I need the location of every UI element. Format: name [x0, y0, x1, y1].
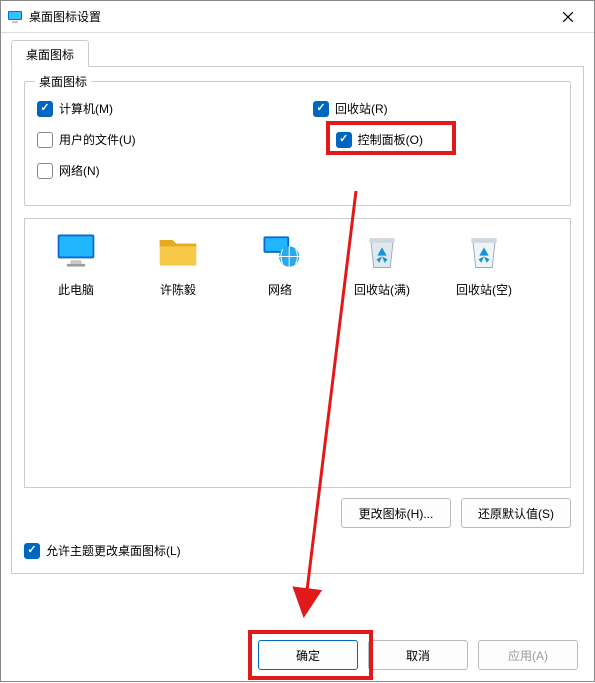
checkbox-user-files[interactable]: 用户的文件(U) — [37, 131, 136, 148]
checkbox-label: 控制面板(O) — [358, 131, 423, 148]
checkbox-allow-theme[interactable]: 允许主题更改桌面图标(L) — [24, 542, 181, 559]
checkbox-recycle-bin[interactable]: 回收站(R) — [313, 100, 388, 117]
ok-button[interactable]: 确定 — [258, 640, 358, 670]
button-label: 还原默认值(S) — [478, 505, 554, 522]
preview-item-label: 此电脑 — [33, 281, 119, 298]
checkbox-computer[interactable]: 计算机(M) — [37, 100, 113, 117]
icon-preview-list[interactable]: 此电脑 许陈毅 网络 — [24, 218, 571, 488]
tab-panel: 桌面图标 计算机(M) 回收站(R) 用户的文件(U) 控制面板(O) — [11, 67, 584, 574]
recycle-bin-empty-icon — [462, 229, 506, 273]
monitor-icon — [54, 229, 98, 273]
button-label: 应用(A) — [508, 647, 548, 664]
checkbox-label: 计算机(M) — [59, 100, 113, 117]
preview-item-label: 网络 — [237, 281, 323, 298]
preview-item-label: 回收站(空) — [441, 281, 527, 298]
network-icon — [258, 229, 302, 273]
checkbox-label: 回收站(R) — [335, 100, 388, 117]
group-legend: 桌面图标 — [35, 73, 91, 90]
checkbox-label: 用户的文件(U) — [59, 131, 136, 148]
checkbox-label: 网络(N) — [59, 162, 100, 179]
preview-item-label: 回收站(满) — [339, 281, 425, 298]
restore-defaults-button[interactable]: 还原默认值(S) — [461, 498, 571, 528]
checkbox-label: 允许主题更改桌面图标(L) — [46, 542, 181, 559]
group-desktop-icons: 桌面图标 计算机(M) 回收站(R) 用户的文件(U) 控制面板(O) — [24, 81, 571, 206]
folder-icon — [156, 229, 200, 273]
tab-desktop-icons[interactable]: 桌面图标 — [11, 40, 89, 67]
preview-item-label: 许陈毅 — [135, 281, 221, 298]
tab-strip: 桌面图标 — [11, 39, 584, 67]
title-bar: 桌面图标设置 — [1, 1, 594, 33]
close-button[interactable] — [546, 2, 590, 32]
button-label: 确定 — [296, 647, 320, 664]
close-icon — [563, 12, 573, 22]
checkbox-icon — [336, 132, 352, 148]
preview-item-bin-full[interactable]: 回收站(满) — [339, 229, 425, 298]
change-icon-button[interactable]: 更改图标(H)... — [341, 498, 451, 528]
recycle-bin-full-icon — [360, 229, 404, 273]
checkbox-control-panel[interactable]: 控制面板(O) — [336, 131, 423, 148]
window-title: 桌面图标设置 — [29, 8, 546, 25]
button-label: 取消 — [406, 647, 430, 664]
app-icon — [7, 9, 23, 25]
tab-label: 桌面图标 — [26, 48, 74, 62]
apply-button[interactable]: 应用(A) — [478, 640, 578, 670]
checkbox-network[interactable]: 网络(N) — [37, 162, 100, 179]
checkbox-icon — [37, 163, 53, 179]
preview-item-bin-empty[interactable]: 回收站(空) — [441, 229, 527, 298]
checkbox-icon — [37, 101, 53, 117]
checkbox-icon — [24, 543, 40, 559]
button-label: 更改图标(H)... — [359, 505, 434, 522]
checkbox-icon — [37, 132, 53, 148]
checkbox-icon — [313, 101, 329, 117]
preview-item-user[interactable]: 许陈毅 — [135, 229, 221, 298]
preview-item-network[interactable]: 网络 — [237, 229, 323, 298]
dialog-button-bar: 确定 取消 应用(A) — [1, 629, 594, 681]
cancel-button[interactable]: 取消 — [368, 640, 468, 670]
preview-item-this-pc[interactable]: 此电脑 — [33, 229, 119, 298]
